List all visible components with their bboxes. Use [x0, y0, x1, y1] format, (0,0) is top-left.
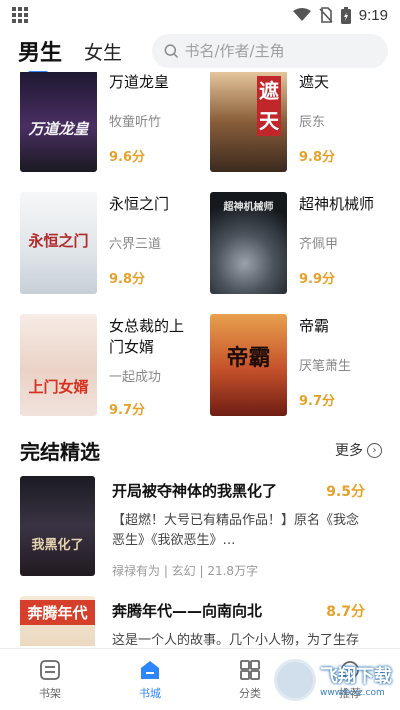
list-title: 奔腾年代——向南向北: [112, 602, 263, 620]
category-icon: [240, 659, 260, 680]
book-card[interactable]: 万道龙皇 万道龙皇 牧童听竹 9.6分: [20, 72, 210, 192]
list-item[interactable]: 奔腾年代 奔腾年代——向南向北 8.7分 这是一个人的故事。几个小人物，为了生存…: [0, 596, 400, 646]
book-score: 9.7分: [109, 403, 146, 418]
nav-label: 分类: [239, 686, 261, 700]
book-grid: 万道龙皇 万道龙皇 牧童听竹 9.6分 遮天 遮天 辰东 9.8分 永恒之门 永…: [0, 72, 400, 436]
book-card[interactable]: 上门女婿 女总裁的上门女婿 一起成功 9.7分: [20, 314, 210, 436]
nav-bookstore[interactable]: 书城: [100, 649, 200, 710]
bookshelf-icon: [40, 659, 60, 680]
battery-icon: [340, 6, 351, 24]
cover-title: 上门女婿: [28, 378, 89, 396]
cover-title: 遮天: [257, 76, 281, 136]
bookstore-icon: [141, 660, 159, 679]
more-label: 更多: [335, 443, 363, 459]
finished-list: 我黑化了 开局被夺神体的我黑化了 9.5分 【超燃！大号已有精品作品！】原名《我…: [0, 476, 400, 646]
nav-label: 书架: [39, 686, 61, 700]
book-card[interactable]: 遮天 遮天 辰东 9.8分: [210, 72, 400, 192]
cover-title: 永恒之门: [28, 232, 89, 250]
book-title: 女总裁的上门女婿: [109, 317, 185, 356]
book-author: 齐佩甲: [299, 237, 339, 252]
tab-male-label: 男生: [18, 41, 63, 66]
list-meta: 禄禄有为 | 玄幻 | 21.8万字: [112, 564, 259, 578]
book-score: 9.6分: [109, 150, 146, 165]
book-title: 永恒之门: [109, 195, 170, 213]
wifi-icon: [292, 8, 311, 21]
list-score: 8.7分: [326, 604, 365, 620]
book-author: 牧童听竹: [109, 115, 162, 130]
more-link[interactable]: 更多 ›: [335, 440, 382, 460]
cover-title: 万道龙皇: [28, 120, 89, 138]
nav-bookshelf[interactable]: 书架: [0, 649, 100, 710]
book-score: 9.7分: [299, 394, 336, 409]
nav-label: 书城: [139, 686, 161, 700]
cover-title: 奔腾年代: [20, 600, 95, 625]
watermark-logo-icon: [274, 659, 316, 701]
search-icon: [164, 44, 179, 58]
book-score: 9.8分: [299, 150, 336, 165]
status-time: 9:19: [358, 6, 388, 24]
book-title: 遮天: [299, 73, 330, 91]
chevron-right-icon: ›: [367, 442, 382, 458]
book-author: 一起成功: [109, 370, 162, 385]
book-title: 帝霸: [299, 317, 330, 335]
book-cover[interactable]: 上门女婿: [20, 314, 97, 416]
tab-male[interactable]: 男生: [18, 35, 63, 75]
main-content[interactable]: 万道龙皇 万道龙皇 牧童听竹 9.6分 遮天 遮天 辰东 9.8分 永恒之门 永…: [0, 72, 400, 646]
book-cover[interactable]: 我黑化了: [20, 476, 95, 576]
book-title: 超神机械师: [299, 195, 375, 213]
tab-female-label: 女生: [84, 41, 123, 64]
book-card[interactable]: 永恒之门 永恒之门 六界三道 9.8分: [20, 192, 210, 314]
book-grid-row: 永恒之门 永恒之门 六界三道 9.8分 超神机械师 超神机械师 齐佩甲 9.9分: [0, 192, 400, 314]
list-title: 开局被夺神体的我黑化了: [112, 482, 278, 500]
watermark-url: www.fxxz.com: [320, 688, 385, 698]
book-card[interactable]: 超神机械师 超神机械师 齐佩甲 9.9分: [210, 192, 400, 314]
list-desc: 这是一个人的故事。几个小人物，为了生存和理想，他们在努力进取，奋斗: [112, 633, 360, 646]
book-cover[interactable]: 超神机械师: [210, 192, 287, 294]
list-score: 9.5分: [326, 484, 365, 500]
book-score: 9.9分: [299, 272, 336, 287]
book-cover[interactable]: 奔腾年代: [20, 596, 95, 646]
book-title: 万道龙皇: [109, 73, 170, 91]
section-title: 完结精选: [20, 439, 100, 464]
book-author: 辰东: [299, 115, 326, 130]
list-desc: 【超燃！大号已有精品作品！】原名《我念恶生》《我欲恶生》…: [112, 513, 360, 548]
book-grid-row: 万道龙皇 万道龙皇 牧童听竹 9.6分 遮天 遮天 辰东 9.8分: [0, 72, 400, 192]
book-cover[interactable]: 万道龙皇: [20, 72, 97, 172]
book-score: 9.8分: [109, 272, 146, 287]
cover-title: 超神机械师: [223, 202, 274, 213]
book-author: 厌笔萧生: [299, 359, 352, 374]
book-cover[interactable]: 帝霸: [210, 314, 287, 416]
list-item[interactable]: 我黑化了 开局被夺神体的我黑化了 9.5分 【超燃！大号已有精品作品！】原名《我…: [0, 476, 400, 596]
book-grid-row: 上门女婿 女总裁的上门女婿 一起成功 9.7分 帝霸 帝霸 厌笔萧生 9.7分: [0, 314, 400, 436]
app-grid-icon: [12, 7, 28, 23]
top-header: 男生 女生: [0, 30, 400, 75]
book-author: 六界三道: [109, 237, 162, 252]
search-input[interactable]: [184, 42, 376, 60]
watermark: 飞翔下载 www.fxxz.com: [274, 652, 394, 708]
cover-title: 帝霸: [226, 346, 271, 371]
cover-title: 我黑化了: [31, 538, 84, 553]
book-card[interactable]: 帝霸 帝霸 厌笔萧生 9.7分: [210, 314, 400, 436]
book-cover[interactable]: 永恒之门: [20, 192, 97, 294]
watermark-text: 飞翔下载: [320, 666, 392, 687]
no-sim-icon: [319, 7, 333, 23]
status-bar: 9:19: [0, 0, 400, 30]
book-cover[interactable]: 遮天: [210, 72, 287, 172]
search-bar[interactable]: [152, 34, 388, 68]
section-header: 完结精选 更多 ›: [20, 430, 382, 470]
tab-female[interactable]: 女生: [84, 38, 122, 65]
